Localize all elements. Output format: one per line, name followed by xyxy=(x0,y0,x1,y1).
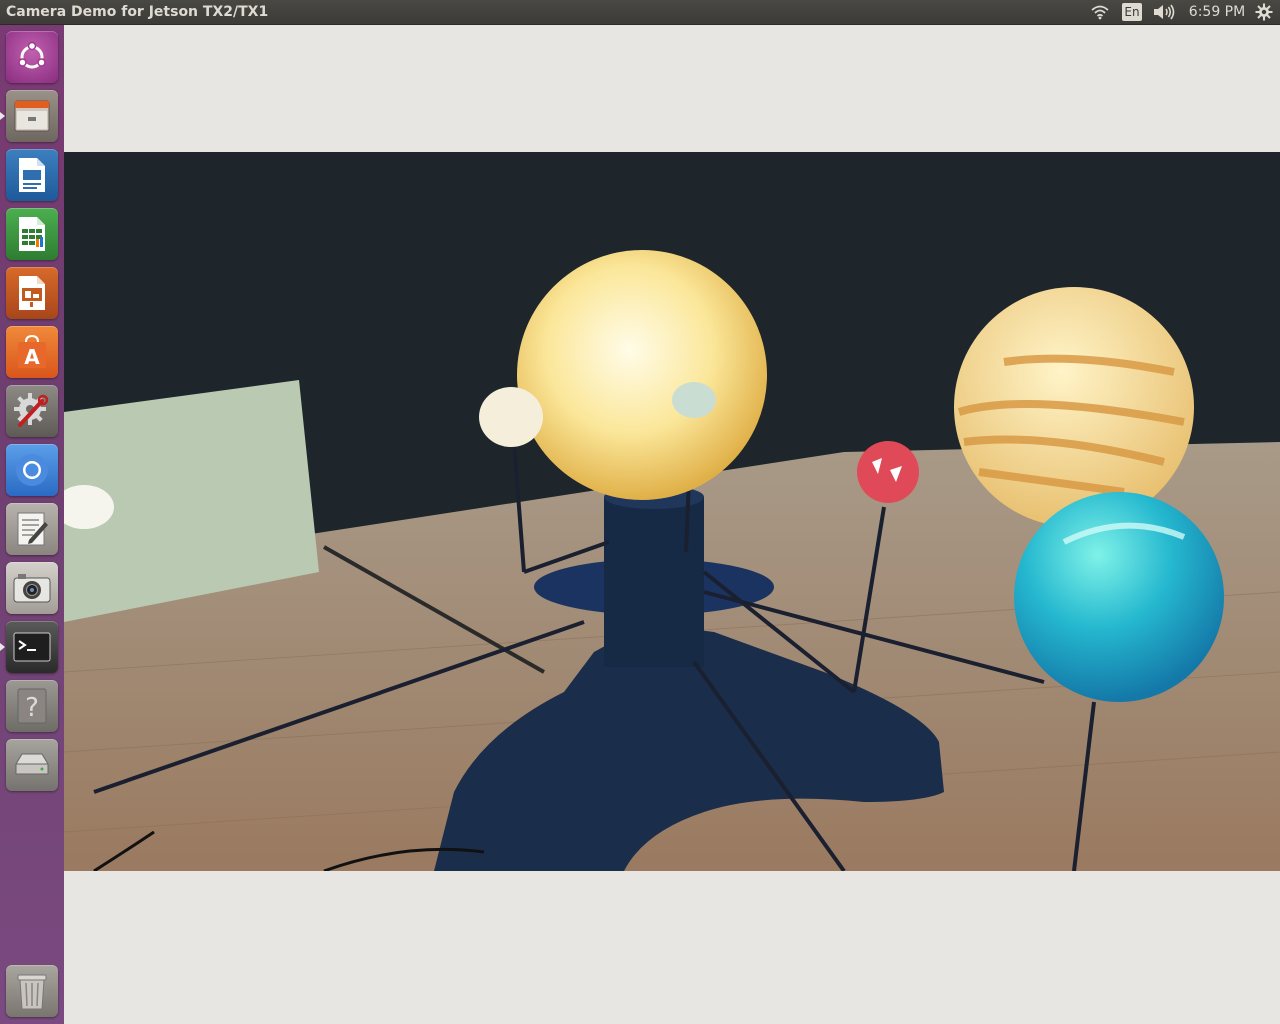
impress-presentation-icon[interactable] xyxy=(6,267,58,319)
trash-icon[interactable] xyxy=(6,965,58,1017)
calc-spreadsheet-icon[interactable] xyxy=(6,208,58,260)
disk-drive-icon[interactable] xyxy=(6,739,58,791)
settings-gear-wrench-icon[interactable] xyxy=(6,385,58,437)
software-bag-icon[interactable]: A xyxy=(6,326,58,378)
gear-icon[interactable] xyxy=(1252,0,1276,24)
top-panel: Camera Demo for Jetson TX2/TX1 En 6:59 P… xyxy=(0,0,1280,25)
keyboard-layout-label: En xyxy=(1122,3,1142,21)
wifi-icon[interactable] xyxy=(1088,0,1112,24)
camera-feed-solar-system-model xyxy=(64,152,1280,871)
camera-feed[interactable] xyxy=(64,152,1280,871)
chromium-browser-icon[interactable] xyxy=(6,444,58,496)
svg-text:?: ? xyxy=(25,693,39,723)
svg-text:A: A xyxy=(24,345,40,369)
ubuntu-logo-icon[interactable] xyxy=(6,31,58,83)
writer-document-icon[interactable] xyxy=(6,149,58,201)
launcher: A ? xyxy=(0,25,64,1024)
help-question-icon[interactable]: ? xyxy=(6,680,58,732)
keyboard-layout-indicator[interactable]: En xyxy=(1121,0,1143,24)
speaker-volume-icon[interactable] xyxy=(1151,0,1177,24)
window-title: Camera Demo for Jetson TX2/TX1 xyxy=(6,4,269,20)
terminal-icon[interactable] xyxy=(0,621,58,673)
text-editor-icon[interactable] xyxy=(6,503,58,555)
running-indicator xyxy=(0,643,5,651)
file-cabinet-icon[interactable] xyxy=(0,90,58,142)
running-indicator xyxy=(0,112,5,120)
clock[interactable]: 6:59 PM xyxy=(1188,0,1246,24)
camera-icon[interactable] xyxy=(6,562,58,614)
camera-window xyxy=(64,25,1280,1024)
